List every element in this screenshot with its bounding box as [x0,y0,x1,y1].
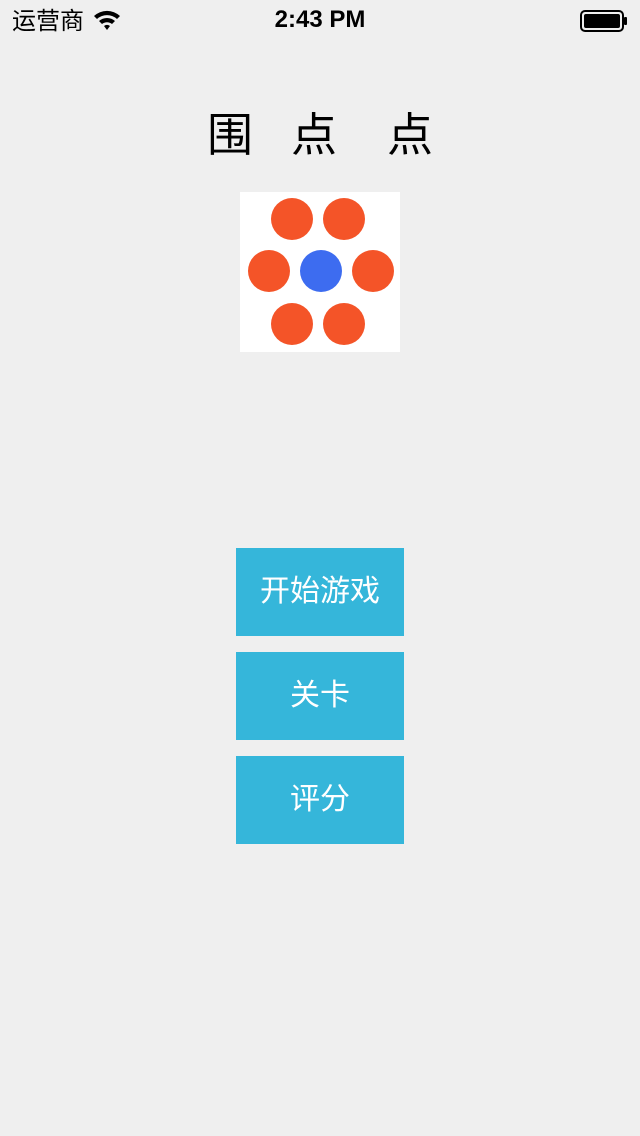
logo-dot-orange [271,198,313,240]
game-logo [240,192,400,352]
logo-dot-orange [323,303,365,345]
logo-dot-orange [323,198,365,240]
game-title: 围 点 点 [0,100,640,170]
logo-dot-blue [300,250,342,292]
logo-dot-orange [271,303,313,345]
status-bar: 运营商 2:43 PM [0,0,640,40]
title-char: 点 [291,108,337,162]
logo-dot-orange [248,250,290,292]
battery-icon [580,10,628,32]
title-char: 点 [387,108,433,162]
status-time: 2:43 PM [274,6,366,33]
levels-button[interactable]: 关卡 [236,652,404,740]
logo-dot-orange [352,250,394,292]
rate-button[interactable]: 评分 [236,756,404,844]
title-char: 围 [207,108,253,162]
start-game-button[interactable]: 开始游戏 [236,548,404,636]
